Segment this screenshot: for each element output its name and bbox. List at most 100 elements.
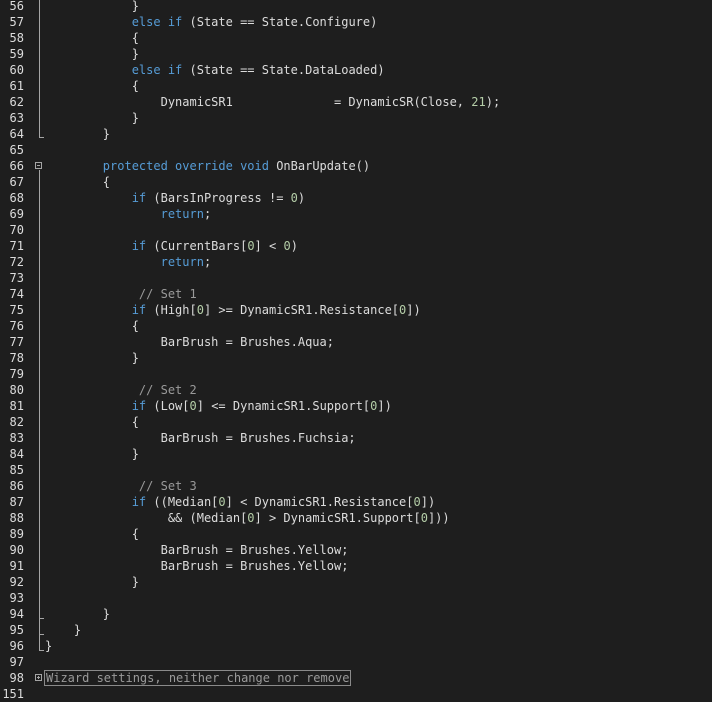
code-line[interactable]: 78 } — [0, 350, 712, 366]
code-line[interactable]: 61 { — [0, 78, 712, 94]
line-number: 89 — [9, 527, 24, 541]
code-line[interactable]: 91 BarBrush = Brushes.Yellow; — [0, 558, 712, 574]
code-editor[interactable]: 56 } 57 else if (State == State.Configure… — [0, 0, 712, 701]
token-text: ) — [290, 239, 298, 253]
line-number: 75 — [9, 303, 24, 317]
code-line[interactable]: 57 else if (State == State.Configure) — [0, 14, 712, 30]
code-line[interactable]: 62 DynamicSR1 = DynamicSR(Close, 21); — [0, 94, 712, 110]
token-text: ])) — [427, 511, 450, 525]
code-line[interactable]: 74 // Set 1 — [0, 286, 712, 302]
code-text: DynamicSR1 = DynamicSR(Close, 21); — [45, 94, 501, 110]
token-text: (State == State.Configure) — [182, 15, 378, 29]
line-number: 62 — [9, 95, 24, 109]
line-number: 96 — [9, 639, 24, 653]
line-number: 64 — [9, 127, 24, 141]
code-line[interactable]: 81 if (Low[0] <= DynamicSR1.Support[0]) — [0, 398, 712, 414]
code-line[interactable]: 151 — [0, 686, 712, 702]
code-line[interactable]: 80 // Set 2 — [0, 382, 712, 398]
code-line[interactable]: 63 } — [0, 110, 712, 126]
token-text: } — [45, 111, 139, 125]
token-text: ] > DynamicSR1.Support[ — [254, 511, 421, 525]
token-kw: else if — [131, 15, 183, 29]
code-line[interactable]: 73 — [0, 270, 712, 286]
code-line[interactable]: 76 { — [0, 318, 712, 334]
code-line[interactable]: 65 — [0, 142, 712, 158]
token-kw: protected override void — [102, 159, 269, 173]
code-line[interactable]: 93 — [0, 590, 712, 606]
code-text: { — [45, 526, 139, 542]
code-line[interactable]: 87 if ((Median[0] < DynamicSR1.Resistanc… — [0, 494, 712, 510]
code-line[interactable]: 96} — [0, 638, 712, 654]
code-text: if ((Median[0] < DynamicSR1.Resistance[0… — [45, 494, 435, 510]
code-line[interactable]: 84 } — [0, 446, 712, 462]
code-line[interactable]: 95 } — [0, 622, 712, 638]
code-line[interactable]: 79 — [0, 366, 712, 382]
line-number: 74 — [9, 287, 24, 301]
code-line[interactable]: 58 { — [0, 30, 712, 46]
code-text: Wizard settings, neither change nor remo… — [44, 670, 352, 686]
code-line[interactable]: 82 { — [0, 414, 712, 430]
code-line[interactable]: 69 return; — [0, 206, 712, 222]
line-number: 63 — [9, 111, 24, 125]
code-text: if (High[0] >= DynamicSR1.Resistance[0]) — [45, 302, 421, 318]
code-line[interactable]: 75 if (High[0] >= DynamicSR1.Resistance[… — [0, 302, 712, 318]
code-text: // Set 2 — [45, 382, 197, 398]
code-line[interactable]: 92 } — [0, 574, 712, 590]
code-text: if (CurrentBars[0] < 0) — [45, 238, 298, 254]
token-num: 0 — [413, 495, 421, 509]
code-line[interactable]: 86 // Set 3 — [0, 478, 712, 494]
line-number: 61 — [9, 79, 24, 93]
token-text: } — [45, 47, 139, 61]
token-text: { — [45, 175, 111, 189]
token-text: BarBrush = Brushes.Yellow; — [45, 543, 349, 557]
code-line[interactable]: 70 — [0, 222, 712, 238]
code-line[interactable]: 85 — [0, 462, 712, 478]
code-line[interactable]: 89 { — [0, 526, 712, 542]
token-text: { — [45, 527, 139, 541]
line-number: 97 — [9, 655, 24, 669]
fold-guide-line — [39, 618, 40, 634]
code-line[interactable]: 97 — [0, 654, 712, 670]
collapsed-region-label[interactable]: Wizard settings, neither change nor remo… — [44, 670, 352, 686]
line-number: 86 — [9, 479, 24, 493]
collapse-toggle-icon[interactable] — [35, 162, 42, 169]
token-num: 0 — [283, 239, 291, 253]
code-line[interactable]: 83 BarBrush = Brushes.Fuchsia; — [0, 430, 712, 446]
token-kw: else if — [131, 63, 183, 77]
code-line[interactable]: 64 } — [0, 126, 712, 142]
line-number: 151 — [2, 687, 24, 701]
code-text: { — [45, 318, 139, 334]
code-line[interactable]: 60 else if (State == State.DataLoaded) — [0, 62, 712, 78]
code-line[interactable]: 90 BarBrush = Brushes.Yellow; — [0, 542, 712, 558]
token-kw: if — [131, 399, 147, 413]
token-text: { — [45, 415, 139, 429]
code-text: } — [45, 110, 139, 126]
token-cm: // Set 2 — [138, 383, 197, 397]
code-line[interactable]: 94 } — [0, 606, 712, 622]
expand-toggle-icon[interactable] — [35, 674, 42, 681]
code-line[interactable]: 59 } — [0, 46, 712, 62]
code-line[interactable]: 72 return; — [0, 254, 712, 270]
code-line[interactable]: 67 { — [0, 174, 712, 190]
code-text: } — [45, 0, 139, 14]
code-line[interactable]: 88 && (Median[0] > DynamicSR1.Support[0]… — [0, 510, 712, 526]
code-line[interactable]: 66 protected override void OnBarUpdate() — [0, 158, 712, 174]
code-line[interactable]: 71 if (CurrentBars[0] < 0) — [0, 238, 712, 254]
line-number: 87 — [9, 495, 24, 509]
token-cm: // Set 3 — [138, 479, 197, 493]
code-line[interactable]: 56 } — [0, 0, 712, 14]
token-text: ; — [203, 255, 212, 269]
fold-guide-line — [39, 634, 40, 650]
code-text: else if (State == State.DataLoaded) — [45, 62, 385, 78]
token-kw: if — [131, 303, 147, 317]
code-text: } — [45, 606, 110, 622]
code-line[interactable]: 77 BarBrush = Brushes.Aqua; — [0, 334, 712, 350]
code-line[interactable]: 68 if (BarsInProgress != 0) — [0, 190, 712, 206]
code-text: if (BarsInProgress != 0) — [45, 190, 305, 206]
code-line[interactable]: 98 Wizard settings, neither change nor re… — [0, 670, 712, 686]
token-kw: if — [131, 239, 147, 253]
fold-guide-line — [39, 0, 40, 137]
